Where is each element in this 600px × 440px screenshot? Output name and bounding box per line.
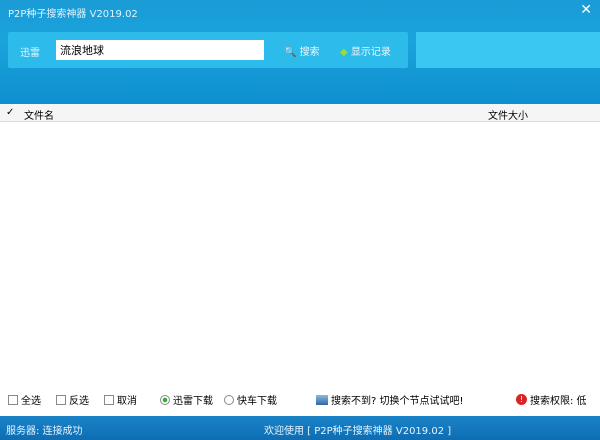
name-column[interactable]: 文件名 — [24, 107, 54, 122]
file-list[interactable] — [0, 122, 600, 382]
status-bar: 服务器: 连接成功 欢迎使用 [ P2P种子搜索神器 V2019.02 ] — [0, 416, 600, 440]
history-button[interactable]: ◆ 显示记录 — [340, 43, 391, 58]
invert-label: 反选 — [69, 396, 89, 407]
size-column[interactable]: 文件大小 — [488, 107, 528, 122]
thunder-download-label: 迅雷下载 — [173, 396, 213, 407]
cancel-label: 取消 — [117, 396, 137, 407]
check-column[interactable]: ✓ — [6, 107, 14, 118]
search-button[interactable]: 🔍 搜索 — [284, 43, 320, 58]
server-status: 服务器: 连接成功 — [6, 426, 83, 437]
search-bar: 迅雷 🔍 搜索 ◆ 显示记录 — [8, 32, 408, 68]
thunder-download-radio[interactable]: 迅雷下载 — [160, 392, 213, 407]
cancel-checkbox[interactable]: 取消 — [104, 392, 137, 407]
invert-checkbox[interactable]: 反选 — [56, 392, 89, 407]
switch-node-label: 搜索不到? 切换个节点试试吧! — [331, 396, 464, 407]
express-download-label: 快车下载 — [237, 396, 277, 407]
select-all-checkbox[interactable]: 全选 — [8, 392, 41, 407]
permission-label: 搜索权限: 低 — [530, 396, 587, 407]
header-area: P2P种子搜索神器 V2019.02 ✕ 迅雷 🔍 搜索 ◆ 显示记录 — [0, 0, 600, 104]
express-download-radio[interactable]: 快车下载 — [224, 392, 277, 407]
node-icon — [316, 394, 328, 405]
permission-indicator: ! 搜索权限: 低 — [516, 392, 587, 407]
search-input[interactable] — [56, 40, 264, 60]
ad-panel — [416, 32, 600, 68]
warning-icon: ! — [516, 394, 527, 405]
history-icon: ◆ — [340, 47, 348, 58]
select-all-label: 全选 — [21, 396, 41, 407]
table-header: ✓ 文件名 文件大小 — [0, 104, 600, 122]
window-title: P2P种子搜索神器 V2019.02 — [8, 9, 138, 20]
close-button[interactable]: ✕ — [580, 2, 592, 18]
search-icon: 🔍 — [284, 47, 297, 58]
welcome-text: 欢迎使用 [ P2P种子搜索神器 V2019.02 ] — [264, 426, 452, 437]
history-button-label: 显示记录 — [350, 47, 391, 58]
action-bar: 全选 反选 取消 迅雷下载 快车下载 搜索不到? 切换个节点试试吧! ! 搜索权限… — [0, 388, 600, 410]
search-label: 迅雷 — [20, 48, 40, 59]
switch-node-link[interactable]: 搜索不到? 切换个节点试试吧! — [316, 392, 464, 407]
search-button-label: 搜索 — [299, 47, 320, 58]
